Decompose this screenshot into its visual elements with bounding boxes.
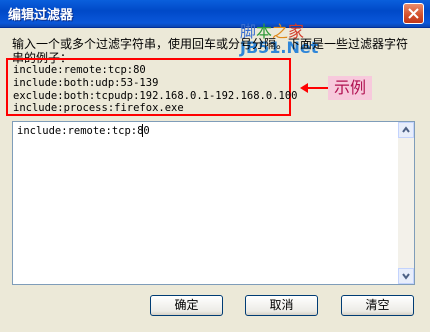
example-line: include:remote:tcp:80 [13, 64, 146, 76]
close-icon [408, 8, 419, 19]
text-caret [142, 124, 143, 137]
scroll-up-button[interactable] [398, 122, 414, 138]
chevron-up-icon [402, 126, 410, 133]
annotation-label: 示例 [328, 76, 372, 100]
chevron-down-icon [402, 273, 410, 280]
filter-input-value: include:remote:tcp:80 [17, 125, 150, 137]
instructions-line: 输入一个或多个过滤字符串，使用回车或分号分隔。下面是一些过滤器字符 [12, 37, 409, 51]
vertical-scrollbar[interactable] [398, 122, 414, 284]
title-bar: 编辑过滤器 [0, 0, 430, 28]
filter-textarea[interactable]: include:remote:tcp:80 [12, 121, 415, 285]
example-line: include:both:udp:53-139 [13, 77, 159, 89]
scroll-down-button[interactable] [398, 268, 414, 284]
clear-button[interactable]: 清空 [341, 295, 414, 316]
example-line: include:process:firefox.exe [13, 102, 184, 114]
close-button[interactable] [403, 3, 424, 24]
window-title: 编辑过滤器 [8, 8, 74, 23]
ok-button[interactable]: 确定 [150, 295, 223, 316]
arrow-left-icon [300, 83, 328, 93]
example-line: exclude:both:tcpudp:192.168.0.1-192.168.… [13, 90, 298, 102]
cancel-button[interactable]: 取消 [245, 295, 318, 316]
